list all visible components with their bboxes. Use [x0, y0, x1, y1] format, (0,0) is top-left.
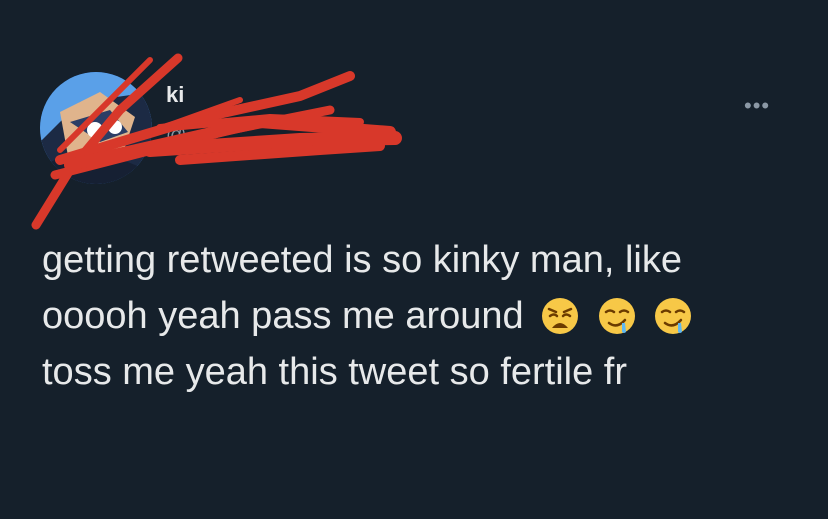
display-name[interactable]: ki — [166, 82, 184, 108]
more-options-icon[interactable]: ••• — [744, 95, 784, 117]
user-handle[interactable]: @ — [166, 124, 186, 147]
tweet-line-3: toss me yeah this tweet so fertile fr — [42, 351, 628, 393]
avatar[interactable] — [40, 72, 152, 184]
drooling-face-emoji — [653, 296, 693, 336]
weary-face-emoji — [540, 296, 580, 336]
drooling-face-emoji — [597, 296, 637, 336]
tweet-line-2-text: ooooh yeah pass me around — [42, 295, 524, 337]
tweet-text: getting retweeted is so kinky man, like … — [42, 232, 812, 400]
tweet-card: ki @ ••• getting retweeted is so kinky m… — [0, 0, 828, 519]
tweet-line-1: getting retweeted is so kinky man, like — [42, 239, 682, 281]
tweet-line-2: ooooh yeah pass me around — [42, 288, 812, 344]
